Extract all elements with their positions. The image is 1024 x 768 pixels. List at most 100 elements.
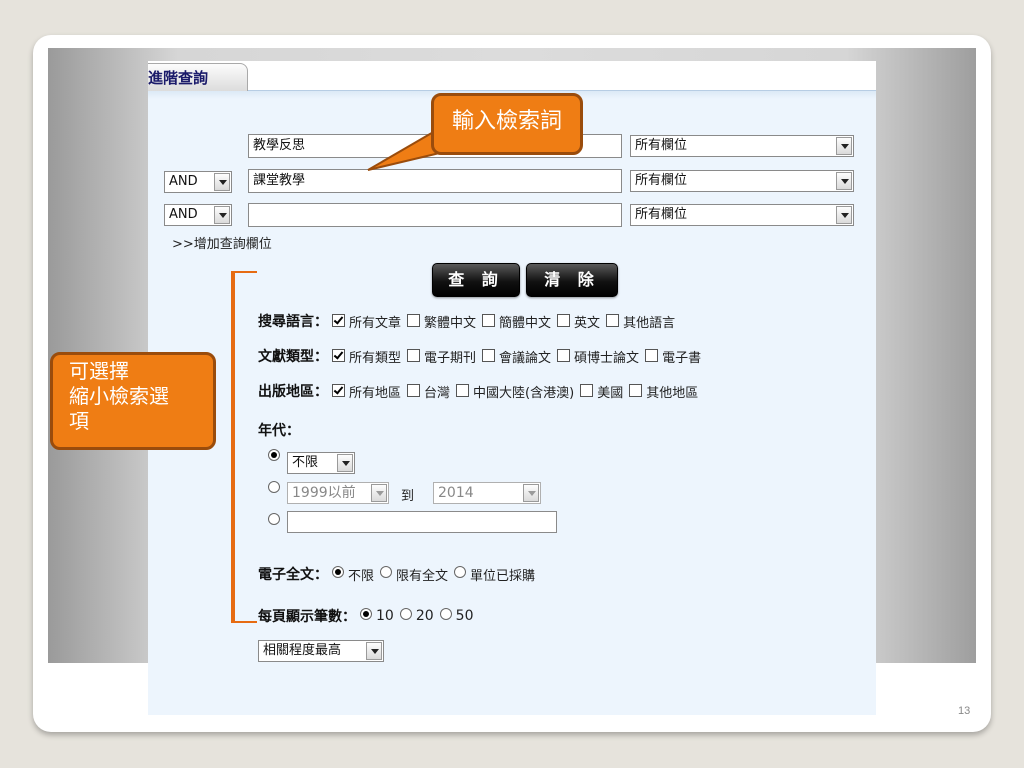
- checkbox-simplified-chinese[interactable]: [482, 313, 496, 327]
- operator-select-3[interactable]: AND: [164, 204, 232, 226]
- callout-input-terms: 輸入檢索詞: [431, 93, 583, 155]
- region-label: 出版地區：: [258, 384, 328, 400]
- checkbox-conference-papers[interactable]: [482, 348, 496, 362]
- search-term-input-3[interactable]: [248, 203, 622, 227]
- year-row: 年代：: [258, 420, 300, 440]
- year-range-row: [264, 481, 284, 495]
- add-field-link[interactable]: >>增加查詢欄位: [172, 233, 272, 252]
- checkbox-china[interactable]: [456, 383, 470, 397]
- chevron-down-icon[interactable]: [836, 172, 852, 190]
- option-label: 20: [415, 608, 434, 624]
- radio-fulltext-purchased[interactable]: [454, 566, 467, 578]
- search-button[interactable]: 查 詢: [432, 263, 520, 297]
- tab-advanced-search[interactable]: 進階查詢: [148, 63, 248, 91]
- sort-value: 相關程度最高: [263, 643, 342, 658]
- radio-per-page-50[interactable]: [439, 608, 452, 620]
- checkbox-all-articles[interactable]: [332, 313, 345, 327]
- checkbox-other-regions[interactable]: [629, 383, 643, 397]
- option-label: 繁體中文: [424, 315, 477, 331]
- option-label: 單位已採購: [470, 568, 536, 584]
- checkbox-e-journals[interactable]: [407, 348, 421, 362]
- option-label: 限有全文: [396, 568, 449, 584]
- checkbox-usa[interactable]: [580, 383, 594, 397]
- chevron-down-icon[interactable]: [836, 137, 852, 155]
- year-unlimited-value: 不限: [292, 455, 319, 470]
- year-custom-input[interactable]: [287, 511, 557, 533]
- option-label: 50: [455, 608, 474, 624]
- field-select-3[interactable]: 所有欄位: [630, 204, 854, 226]
- per-page-label: 每頁顯示筆數：: [258, 609, 356, 625]
- year-unlimited-select[interactable]: 不限: [287, 452, 355, 474]
- checkbox-ebooks[interactable]: [645, 348, 659, 362]
- option-label: 電子書: [662, 350, 702, 366]
- checkbox-taiwan[interactable]: [407, 383, 421, 397]
- sort-select[interactable]: 相關程度最高: [258, 640, 384, 662]
- bracket-bottom: [231, 621, 257, 623]
- year-from-value: 1999以前: [292, 485, 356, 501]
- option-label: 碩博士論文: [574, 350, 640, 366]
- option-label: 10: [376, 608, 394, 624]
- chevron-down-icon[interactable]: [371, 484, 387, 502]
- callout-narrow-options: 可選擇 縮小檢索選 項: [50, 352, 216, 450]
- chevron-down-icon[interactable]: [337, 454, 353, 472]
- option-label: 會議論文: [499, 350, 552, 366]
- radio-fulltext-only[interactable]: [380, 566, 393, 578]
- option-label: 所有文章: [349, 315, 402, 331]
- language-row: 搜尋語言： 所有文章 繁體中文 簡體中文 英文 其他語言: [258, 311, 677, 331]
- bracket-line: [231, 271, 235, 623]
- year-to-select[interactable]: 2014: [433, 482, 541, 504]
- chevron-down-icon[interactable]: [836, 206, 852, 224]
- year-to-label: 到: [401, 489, 415, 504]
- field-select-2[interactable]: 所有欄位: [630, 170, 854, 192]
- radio-year-range[interactable]: [268, 481, 280, 493]
- checkbox-english[interactable]: [557, 313, 571, 327]
- language-label: 搜尋語言：: [258, 314, 328, 330]
- field-select-value: 所有欄位: [635, 173, 688, 188]
- option-label: 英文: [574, 315, 601, 331]
- year-to-value: 2014: [438, 485, 474, 501]
- year-custom-row: [264, 513, 284, 527]
- option-label: 電子期刊: [424, 350, 477, 366]
- radio-per-page-20[interactable]: [399, 608, 412, 620]
- operator-value: AND: [169, 207, 198, 222]
- region-row: 出版地區： 所有地區 台灣 中國大陸(含港澳) 美國 其他地區: [258, 381, 700, 401]
- option-label: 其他地區: [646, 385, 699, 401]
- option-label: 其他語言: [623, 315, 676, 331]
- option-label: 不限: [348, 568, 375, 584]
- option-label: 台灣: [424, 385, 451, 401]
- operator-select-2[interactable]: AND: [164, 171, 232, 193]
- field-select-value: 所有欄位: [635, 138, 688, 153]
- field-select-1[interactable]: 所有欄位: [630, 135, 854, 157]
- checkbox-theses[interactable]: [557, 348, 571, 362]
- chevron-down-icon[interactable]: [214, 206, 230, 224]
- bracket-top: [231, 271, 257, 273]
- checkbox-traditional-chinese[interactable]: [407, 313, 421, 327]
- search-screenshot: 進階查詢 教學反思 所有欄位 AND 課堂教學 所有欄位 AND 所有欄位 >>…: [148, 61, 876, 715]
- per-page-row: 每頁顯示筆數： 10 20 50: [258, 606, 475, 626]
- checkbox-all-types[interactable]: [332, 348, 345, 362]
- field-select-value: 所有欄位: [635, 207, 688, 222]
- radio-fulltext-unlimited[interactable]: [332, 566, 344, 578]
- year-from-select[interactable]: 1999以前: [287, 482, 389, 504]
- doc-type-label: 文獻類型：: [258, 349, 328, 365]
- clear-button[interactable]: 清 除: [526, 263, 618, 297]
- radio-year-unlimited[interactable]: [268, 449, 280, 461]
- radio-year-custom[interactable]: [268, 513, 280, 525]
- radio-per-page-10[interactable]: [360, 608, 372, 620]
- operator-value: AND: [169, 174, 198, 189]
- checkbox-all-regions[interactable]: [332, 383, 345, 397]
- checkbox-other-languages[interactable]: [606, 313, 620, 327]
- option-label: 美國: [597, 385, 624, 401]
- option-label: 中國大陸(含港澳): [473, 385, 575, 401]
- chevron-down-icon[interactable]: [214, 173, 230, 191]
- year-unlimited-row: [264, 449, 284, 463]
- page-number: 13: [958, 705, 971, 717]
- chevron-down-icon[interactable]: [523, 484, 539, 502]
- year-label: 年代：: [258, 423, 300, 439]
- fulltext-row: 電子全文： 不限 限有全文 單位已採購: [258, 564, 537, 584]
- tab-bar: 進階查詢: [148, 61, 876, 91]
- chevron-down-icon[interactable]: [366, 642, 382, 660]
- option-label: 所有類型: [349, 350, 402, 366]
- fulltext-label: 電子全文：: [258, 567, 328, 583]
- option-label: 所有地區: [349, 385, 402, 401]
